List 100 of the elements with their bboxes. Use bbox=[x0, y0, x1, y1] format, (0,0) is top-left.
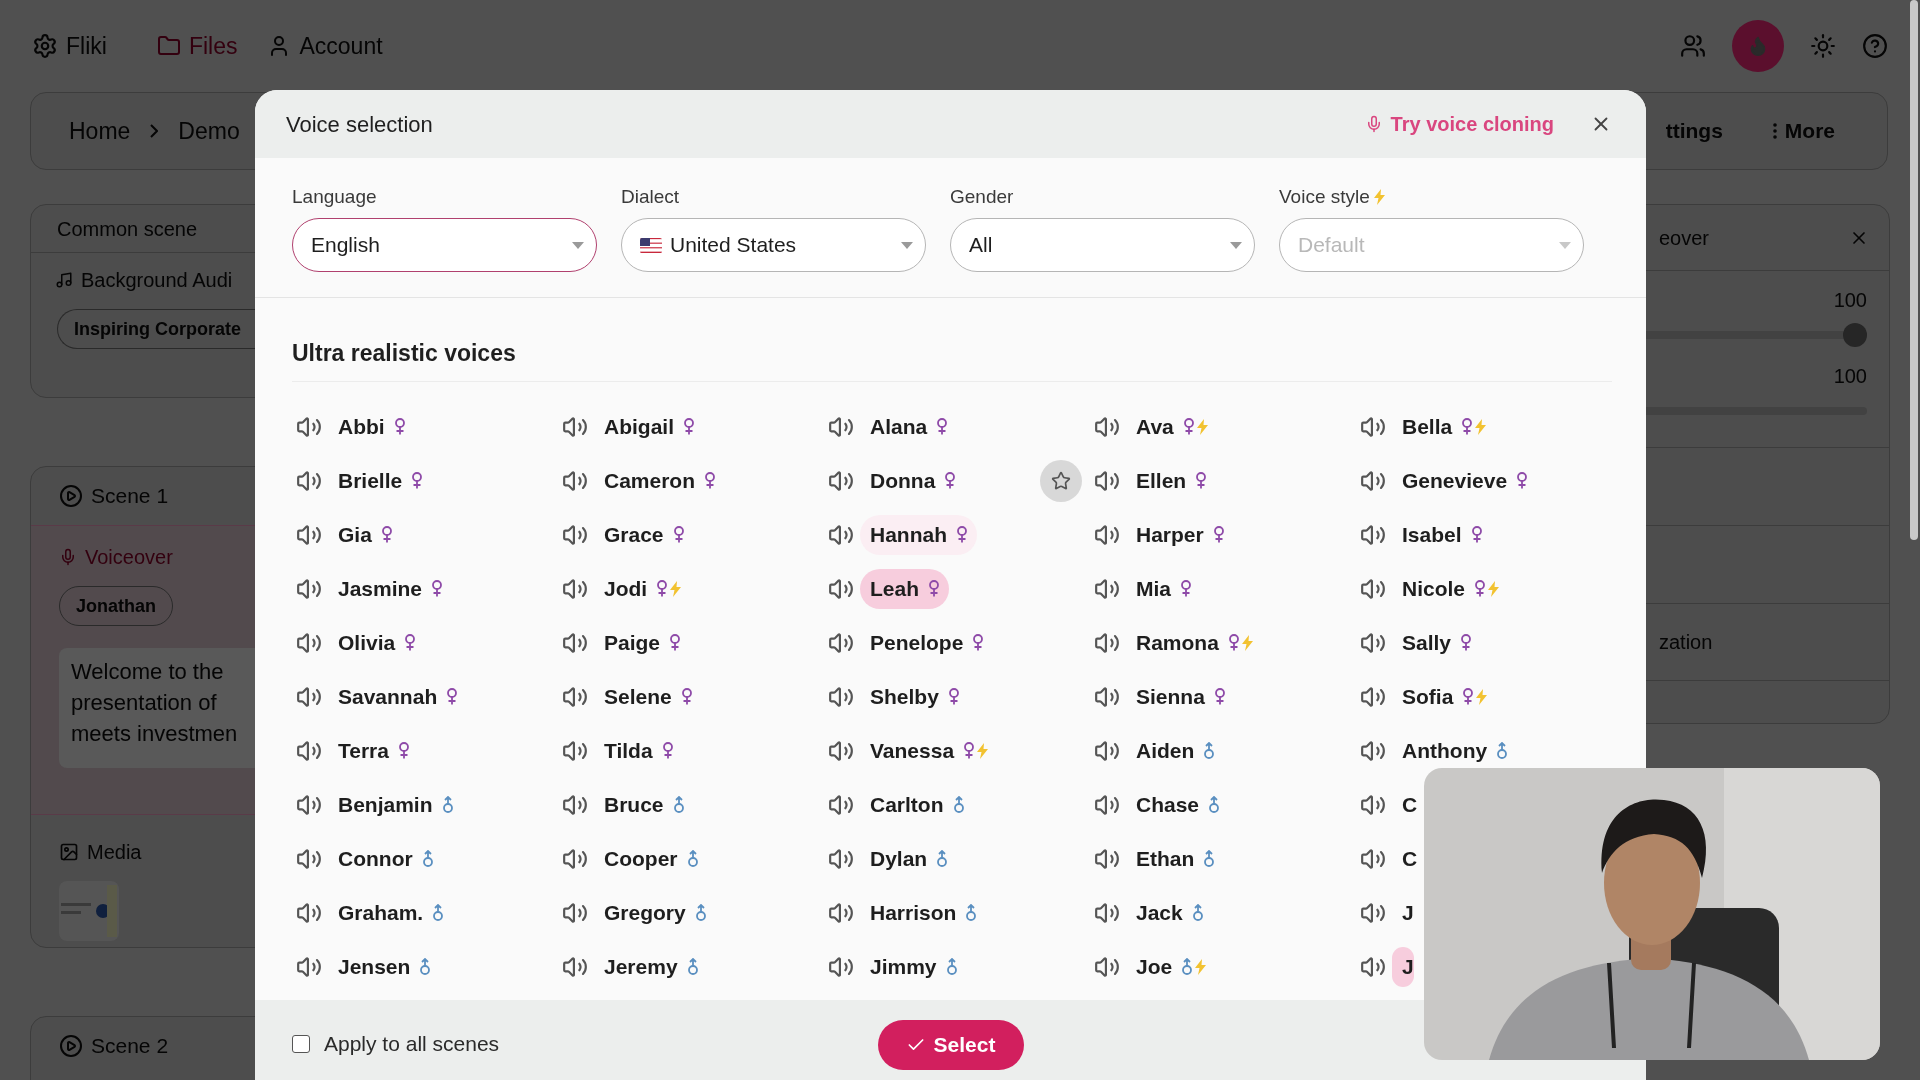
voice-option[interactable]: Vanessa bbox=[860, 730, 999, 771]
checkbox[interactable] bbox=[292, 1034, 310, 1053]
female-symbol-icon bbox=[657, 580, 668, 597]
voice-cloning-link[interactable]: Try voice cloning bbox=[1364, 109, 1554, 139]
favorite-button[interactable] bbox=[1040, 459, 1082, 502]
slider-thumb[interactable] bbox=[1843, 323, 1867, 347]
voice-option[interactable]: Genevieve bbox=[1392, 460, 1538, 501]
voice-option[interactable]: Ramona bbox=[1126, 622, 1263, 663]
male-symbol-icon bbox=[422, 850, 433, 867]
male-symbol-icon bbox=[442, 796, 453, 813]
theme-icon[interactable] bbox=[1810, 33, 1836, 59]
voice-option[interactable]: Graham. bbox=[328, 892, 454, 933]
voice-option[interactable]: Jasmine bbox=[328, 568, 453, 609]
voice-option[interactable]: Carlton bbox=[860, 784, 974, 825]
female-symbol-icon bbox=[945, 472, 956, 489]
voice-option[interactable]: Jodi bbox=[594, 568, 692, 609]
select-button[interactable]: Select bbox=[877, 1020, 1024, 1070]
voice-option[interactable]: Harper bbox=[1126, 514, 1234, 555]
voice-option[interactable]: Anthony bbox=[1392, 730, 1518, 771]
voice-option[interactable]: Jimmy bbox=[860, 946, 967, 987]
voice-option[interactable]: Abigail bbox=[594, 406, 704, 447]
music-icon bbox=[55, 271, 73, 289]
male-symbol-icon bbox=[673, 796, 684, 813]
voice-option[interactable]: Penelope bbox=[860, 622, 994, 663]
section-label: Voiceover bbox=[85, 545, 173, 570]
female-symbol-icon bbox=[929, 580, 939, 597]
male-symbol-icon bbox=[687, 850, 698, 867]
voice-option[interactable]: Bella bbox=[1392, 406, 1497, 447]
voice-option[interactable]: Jensen bbox=[328, 946, 441, 987]
voice-option[interactable]: Ellen bbox=[1126, 460, 1217, 501]
voice-option[interactable]: Mia bbox=[1126, 568, 1201, 609]
dropdown[interactable]: All bbox=[950, 218, 1255, 272]
male-symbol-icon bbox=[1192, 904, 1203, 921]
voice-option[interactable]: Joe bbox=[1126, 946, 1217, 987]
female-symbol-icon bbox=[948, 688, 959, 705]
voice-option[interactable]: Chase bbox=[1126, 784, 1230, 825]
scene-title: Scene 1 bbox=[91, 483, 169, 510]
dropdown[interactable]: United States bbox=[621, 218, 926, 272]
voice-option[interactable]: Cooper bbox=[594, 838, 708, 879]
voice-option[interactable]: Leah bbox=[860, 568, 949, 609]
voice-option[interactable]: Savannah bbox=[328, 676, 468, 717]
mic-icon bbox=[59, 548, 77, 566]
voice-option[interactable]: Paige bbox=[594, 622, 691, 663]
voice-option[interactable]: Connor bbox=[328, 838, 443, 879]
voice-option[interactable]: C bbox=[1392, 784, 1418, 825]
dialog-title: Voice selection bbox=[286, 110, 433, 139]
logo-icon bbox=[32, 33, 58, 59]
caret-icon bbox=[572, 241, 584, 249]
voice-option[interactable]: Cameron bbox=[594, 460, 726, 501]
voice-option[interactable]: Shelby bbox=[860, 676, 969, 717]
chevron-icon bbox=[150, 124, 159, 138]
voice-option[interactable]: J bbox=[1392, 946, 1414, 987]
male-symbol-icon bbox=[687, 958, 698, 975]
voice-option[interactable]: Abbi bbox=[328, 406, 415, 447]
help-icon[interactable] bbox=[1862, 33, 1888, 59]
voice-option[interactable]: Ava bbox=[1126, 406, 1218, 447]
voice-option[interactable]: J bbox=[1392, 892, 1414, 933]
male-symbol-icon bbox=[937, 850, 948, 867]
voice-option[interactable]: Hannah bbox=[860, 514, 977, 555]
male-symbol-icon bbox=[433, 904, 444, 921]
panel-title: eover bbox=[1659, 225, 1710, 251]
voice-option[interactable]: Dylan bbox=[860, 838, 958, 879]
voice-option[interactable]: Selene bbox=[594, 676, 702, 717]
checkbox-label: Apply to all scenes bbox=[324, 1031, 500, 1057]
lightning-icon bbox=[1476, 688, 1488, 705]
caret-icon bbox=[1559, 241, 1571, 249]
voice-option[interactable]: Jeremy bbox=[594, 946, 708, 987]
voice-option[interactable]: Nicole bbox=[1392, 568, 1510, 609]
voice-option[interactable]: Jack bbox=[1126, 892, 1213, 933]
voice-option[interactable]: Donna bbox=[860, 460, 966, 501]
team-icon[interactable] bbox=[1680, 33, 1706, 59]
female-symbol-icon bbox=[1228, 634, 1239, 651]
voice-option[interactable]: C bbox=[1392, 838, 1418, 879]
male-symbol-icon bbox=[966, 904, 977, 921]
voice-option[interactable]: Ethan bbox=[1126, 838, 1225, 879]
folder-icon bbox=[156, 34, 181, 58]
scrollbar[interactable] bbox=[1910, 0, 1918, 540]
voice-option[interactable]: Brielle bbox=[328, 460, 433, 501]
voice-option[interactable]: Aiden bbox=[1126, 730, 1225, 771]
voice-option[interactable]: Sally bbox=[1392, 622, 1482, 663]
lightning-icon bbox=[977, 742, 989, 759]
lightning-icon bbox=[1195, 958, 1207, 975]
female-symbol-icon bbox=[957, 526, 967, 543]
voice-option[interactable]: Gia bbox=[328, 514, 402, 555]
voice-option[interactable]: Benjamin bbox=[328, 784, 463, 825]
voice-option[interactable]: Terra bbox=[328, 730, 419, 771]
filter-label: Dialect bbox=[621, 184, 680, 209]
voice-option[interactable]: Tilda bbox=[594, 730, 683, 771]
voice-option[interactable]: Alana bbox=[860, 406, 958, 447]
voice-option[interactable]: Olivia bbox=[328, 622, 426, 663]
voice-option[interactable]: Grace bbox=[594, 514, 694, 555]
voice-option[interactable]: Sofia bbox=[1392, 676, 1498, 717]
voice-option[interactable]: Harrison bbox=[860, 892, 987, 933]
voice-option[interactable]: Gregory bbox=[594, 892, 716, 933]
voice-option[interactable]: Sienna bbox=[1126, 676, 1235, 717]
dropdown[interactable]: English bbox=[292, 218, 597, 272]
female-symbol-icon bbox=[432, 580, 443, 597]
female-symbol-icon bbox=[394, 418, 405, 435]
voice-option[interactable]: Isabel bbox=[1392, 514, 1492, 555]
voice-option[interactable]: Bruce bbox=[594, 784, 694, 825]
